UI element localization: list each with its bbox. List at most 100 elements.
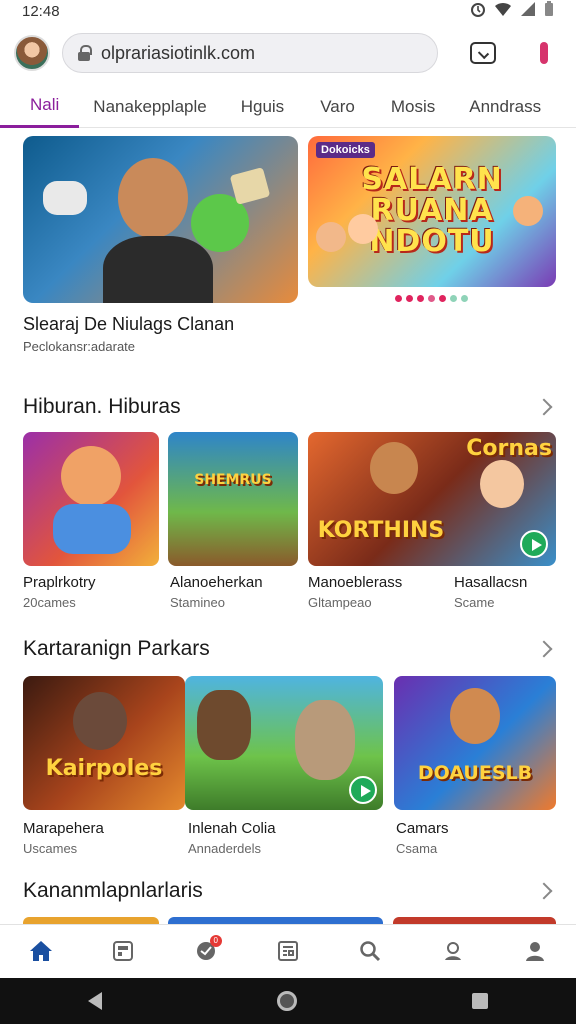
home-icon[interactable] <box>19 931 63 971</box>
tab-label: Mosis <box>390 96 436 116</box>
news-icon[interactable] <box>266 931 310 971</box>
tab-anndrass[interactable]: Anndrass <box>447 86 553 128</box>
game-subtitle: Gltampeao <box>308 595 372 610</box>
cartoon-face <box>316 222 346 252</box>
tab-hguis[interactable]: Hguis <box>219 86 296 128</box>
section-header[interactable]: Kartaranign Parkars <box>23 634 556 664</box>
tab-varo[interactable]: Varo <box>296 86 367 128</box>
profile-icon[interactable] <box>513 931 557 971</box>
hero-carousel: Dokoicks SALARN RUANA NDOTU Slearaj De N… <box>23 136 556 366</box>
chevron-right-icon[interactable] <box>535 882 553 900</box>
tab-switcher-icon[interactable] <box>470 42 496 64</box>
wifi-icon <box>494 1 512 21</box>
tab-label: Hguis <box>240 96 285 116</box>
cartoon-face <box>480 460 524 508</box>
play-icon[interactable] <box>349 776 377 804</box>
game-subtitle: Scame <box>454 595 495 610</box>
status-bar: 12:48 <box>0 0 576 22</box>
game-art-title: KORTHINS <box>317 518 445 543</box>
game-row: Kairpoles DOAUESLB Marapehera Uscames In… <box>23 676 556 856</box>
section-title: Hiburan. Hiburas <box>23 395 181 418</box>
section-title: Kananmlapnlarlaris <box>23 879 203 902</box>
menu-icon-shape <box>540 42 548 64</box>
tab-mosis[interactable]: Mosis <box>367 86 447 128</box>
menu-icon[interactable] <box>530 39 558 67</box>
lock-icon <box>77 45 92 61</box>
carousel-dot[interactable] <box>439 295 446 302</box>
gamepad-icon <box>53 504 131 554</box>
address-bar[interactable]: olprariasiotinlk.com <box>62 33 438 73</box>
game-card[interactable]: Cornas KORTHINS <box>308 432 556 566</box>
game-subtitle: Uscames <box>23 841 78 856</box>
tab-label: Nanakepplaple <box>93 96 207 116</box>
hero-banner-right[interactable]: Dokoicks SALARN RUANA NDOTU <box>308 136 556 287</box>
recents-icon[interactable] <box>472 993 489 1009</box>
game-subtitle: Stamineo <box>170 595 225 610</box>
games-icon[interactable] <box>101 931 145 971</box>
carousel-dot[interactable] <box>428 295 435 302</box>
hero-banner-title: SALARN RUANA NDOTU <box>361 162 503 259</box>
notifications-icon[interactable]: 0 <box>184 931 228 971</box>
hero-subtitle: Peclokansr:adarate <box>23 339 136 354</box>
game-title: Hasallacsn <box>454 574 528 591</box>
carousel-dot[interactable] <box>417 295 424 302</box>
status-time: 12:48 <box>22 2 60 20</box>
game-subtitle: 20cames <box>23 595 76 610</box>
game-title: Inlenah Colia <box>188 820 276 837</box>
game-card[interactable]: Kairpoles <box>23 676 185 810</box>
chevron-right-icon[interactable] <box>535 398 553 416</box>
cartoon-face <box>348 214 378 244</box>
game-title: Manoeblerass <box>308 574 403 591</box>
game-art-title: SHEMRUS <box>194 472 272 488</box>
hero-badge: Dokoicks <box>316 142 375 158</box>
cartoon-face <box>450 688 500 744</box>
home-button-icon[interactable] <box>276 991 297 1011</box>
hero-character-body <box>103 236 213 303</box>
section-title: Kartaranign Parkars <box>23 637 210 660</box>
tab-label: Nali <box>30 95 60 114</box>
game-art-title: Cornas <box>466 436 552 461</box>
carousel-dot[interactable] <box>461 295 468 302</box>
tab-nali[interactable]: Nali <box>0 86 80 128</box>
game-card[interactable] <box>23 432 159 566</box>
bottom-nav: 0 <box>0 924 576 976</box>
play-icon[interactable] <box>520 530 548 558</box>
alarm-icon <box>470 1 486 21</box>
carousel-dot[interactable] <box>395 295 402 302</box>
location-icon[interactable] <box>431 931 475 971</box>
carousel-dot[interactable] <box>450 295 457 302</box>
tab-nanakepplaple[interactable]: Nanakepplaple <box>79 86 218 128</box>
back-icon[interactable] <box>87 992 102 1010</box>
section-header[interactable]: Hiburan. Hiburas <box>23 392 556 422</box>
game-card[interactable]: SHEMRUS <box>168 432 298 566</box>
game-card[interactable] <box>185 676 383 810</box>
avatar[interactable] <box>14 35 50 71</box>
game-art-title: Kairpoles <box>45 756 163 781</box>
carousel-dot[interactable] <box>406 295 413 302</box>
hero-banner-left[interactable] <box>23 136 298 303</box>
cartoon-face <box>197 690 251 760</box>
chevron-right-icon[interactable] <box>535 640 553 658</box>
game-subtitle: Annaderdels <box>188 841 261 856</box>
tab-label: Varo <box>320 96 355 116</box>
game-title: Praplrkotry <box>23 574 96 591</box>
tab-label: Anndrass <box>469 96 542 116</box>
game-title: Marapehera <box>23 820 104 837</box>
section-header[interactable]: Kananmlapnlarlaris <box>23 876 556 906</box>
url-text: olprariasiotinlk.com <box>101 42 256 63</box>
game-card[interactable]: DOAUESLB <box>394 676 556 810</box>
hero-title[interactable]: Slearaj De Niulags Clanan <box>23 314 234 335</box>
cartoon-face <box>61 446 121 506</box>
gamepad-icon <box>43 181 87 215</box>
status-icons <box>470 1 554 21</box>
browser-toolbar: olprariasiotinlk.com <box>0 26 576 80</box>
game-subtitle: Csama <box>396 841 438 856</box>
notification-badge: 0 <box>209 934 222 947</box>
game-title: Camars <box>396 820 449 837</box>
tile-icon <box>229 167 271 205</box>
cartoon-face <box>370 442 418 494</box>
game-title: Alanoeherkan <box>170 574 263 591</box>
hero-character-face <box>118 158 188 238</box>
search-icon[interactable] <box>348 931 392 971</box>
game-art-title: DOAUESLB <box>417 762 533 784</box>
